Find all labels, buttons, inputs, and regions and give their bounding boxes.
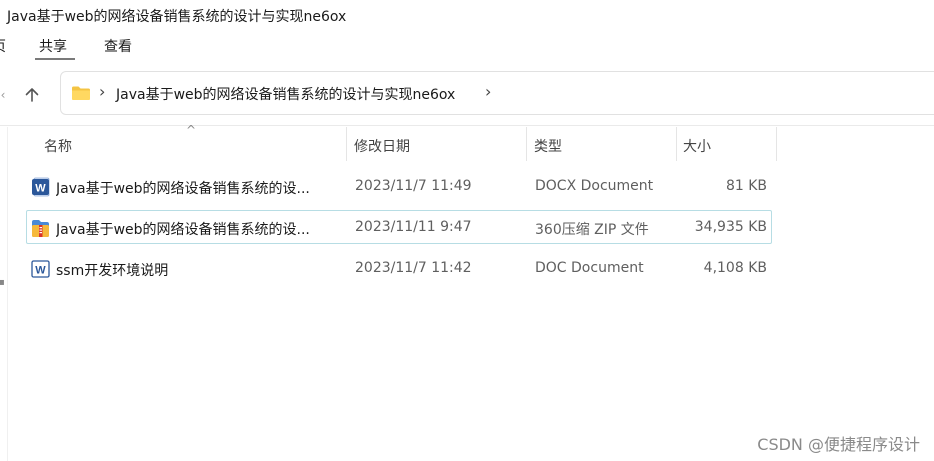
file-explorer-window: Java基于web的网络设备销售系统的设计与实现ne6ox 页 共享 查看 ‹ …	[0, 0, 934, 461]
word-icon: W	[32, 177, 50, 197]
chevron-right-icon[interactable]: ›	[485, 82, 491, 101]
address-bar[interactable]: › Java基于web的网络设备销售系统的设计与实现ne6ox ›	[60, 71, 934, 115]
chevron-right-icon[interactable]: ›	[99, 82, 105, 101]
file-type: DOCX Document	[535, 178, 654, 194]
column-header: ^ 名称 修改日期 类型 大小	[26, 123, 777, 161]
pane-marker: ▪	[0, 277, 5, 288]
file-type: DOC Document	[535, 260, 644, 276]
ribbon-tabs: 页 共享 查看	[0, 30, 934, 62]
file-row[interactable]: W ssm开发环境说明 2023/11/7 11:42 DOC Document…	[26, 251, 772, 285]
file-date: 2023/11/11 9:47	[355, 219, 472, 235]
tab-share[interactable]: 共享	[39, 36, 67, 56]
navigation-pane-edge: ▪	[0, 127, 8, 461]
title-bar: Java基于web的网络设备销售系统的设计与实现ne6ox	[0, 0, 934, 30]
file-name: ssm开发环境说明	[56, 263, 169, 279]
tab-page[interactable]: 页	[0, 36, 6, 56]
watermark: CSDN @便捷程序设计	[757, 435, 920, 454]
zip-archive-icon	[32, 220, 49, 237]
back-icon[interactable]: ‹	[0, 82, 16, 108]
tab-share-underline	[35, 58, 75, 60]
column-size[interactable]: 大小	[676, 127, 776, 161]
file-size: 34,935 KB	[694, 219, 767, 235]
column-name[interactable]: 名称	[26, 127, 346, 161]
svg-text:W: W	[35, 265, 46, 277]
column-date-modified[interactable]: 修改日期	[346, 127, 526, 161]
file-date: 2023/11/7 11:49	[355, 178, 472, 194]
up-arrow-icon[interactable]	[19, 82, 45, 108]
svg-text:W: W	[35, 183, 46, 195]
word-icon: W	[31, 260, 50, 278]
window-title: Java基于web的网络设备销售系统的设计与实现ne6ox	[7, 9, 347, 25]
file-row[interactable]: W Java基于web的网络设备销售系统的设... 2023/11/7 11:4…	[26, 169, 772, 203]
file-size: 4,108 KB	[703, 260, 767, 276]
breadcrumb-folder[interactable]: Java基于web的网络设备销售系统的设计与实现ne6ox	[116, 84, 455, 104]
file-date: 2023/11/7 11:42	[355, 260, 472, 276]
file-name: Java基于web的网络设备销售系统的设...	[56, 181, 310, 197]
column-divider[interactable]	[776, 127, 777, 161]
file-row-selected[interactable]: Java基于web的网络设备销售系统的设... 2023/11/11 9:47 …	[26, 210, 772, 244]
column-type[interactable]: 类型	[526, 127, 676, 161]
navigation-bar: ‹ › Java基于web的网络设备销售系统的设计与实现ne6ox ›	[0, 62, 934, 126]
file-type: 360压缩 ZIP 文件	[535, 222, 649, 238]
file-size: 81 KB	[725, 178, 767, 194]
file-name: Java基于web的网络设备销售系统的设...	[56, 222, 310, 238]
tab-view[interactable]: 查看	[104, 36, 132, 56]
folder-icon	[72, 86, 90, 100]
